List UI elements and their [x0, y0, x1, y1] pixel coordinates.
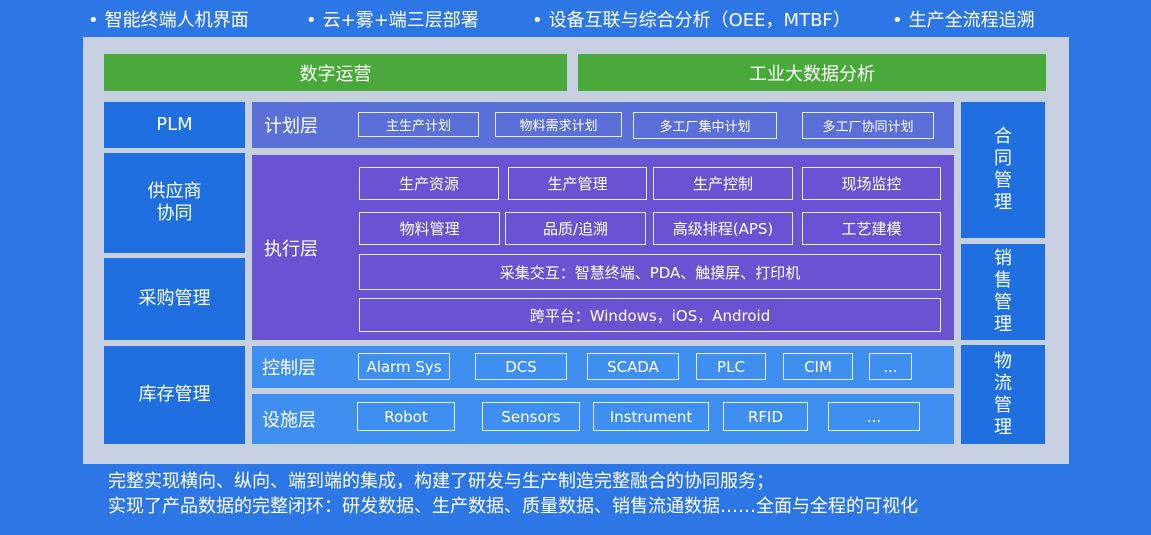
industrial-big-data-label: 工业大数据分析	[749, 63, 875, 85]
exec-module-label: 品质/追溯	[542, 220, 609, 238]
facility-item-label: RFID	[747, 407, 784, 426]
procurement-block: 采购管理	[104, 258, 245, 340]
exec-module: 工艺建模	[802, 212, 941, 245]
exec-module: 生产资源	[359, 167, 499, 200]
facility-item: Sensors	[482, 402, 580, 431]
sales-mgmt-label: 销售管理	[994, 248, 1012, 335]
plan-item-label: 物料需求计划	[519, 119, 598, 134]
facility-item: ...	[828, 402, 920, 431]
cross-platform-label: 跨平台：Windows，iOS，Android	[529, 306, 771, 325]
control-item: ...	[869, 353, 912, 380]
footer-line-2: 实现了产品数据的完整闭环：研发数据、生产数据、质量数据、销售流通数据……全面与全…	[108, 496, 918, 517]
plm-label: PLM	[156, 114, 193, 135]
control-item-label: ...	[883, 357, 898, 376]
facility-item: Instrument	[593, 402, 709, 431]
exec-module-label: 物料管理	[399, 220, 460, 238]
bullet-icon: •	[306, 10, 317, 31]
facility-item-label: Robot	[384, 407, 428, 426]
bullet-icon: •	[88, 10, 99, 31]
plan-layer-title: 计划层	[264, 116, 318, 137]
inventory-label: 库存管理	[138, 384, 211, 405]
control-layer-title: 控制层	[262, 358, 316, 379]
plan-item: 多工厂集中计划	[633, 112, 777, 139]
control-item: Alarm Sys	[358, 353, 450, 380]
industrial-big-data-bar: 工业大数据分析	[578, 54, 1046, 91]
sales-mgmt-block: 销售管理	[961, 244, 1045, 340]
exec-module-label: 生产控制	[692, 175, 753, 193]
feature-item: • 生产全流程追溯	[892, 6, 1035, 32]
exec-module-label: 高级排程(APS)	[672, 220, 774, 238]
exec-module: 物料管理	[359, 212, 500, 245]
feature-item: • 设备互联与综合分析（OEE，MTBF）	[532, 6, 851, 32]
control-item-label: SCADA	[607, 357, 659, 376]
inventory-block: 库存管理	[104, 346, 245, 444]
facility-item-label: Sensors	[501, 407, 561, 426]
plan-item: 物料需求计划	[495, 112, 622, 137]
facility-layer: 设施层 Robot Sensors Instrument RFID ...	[252, 394, 954, 444]
plan-item-label: 多工厂协同计划	[822, 120, 914, 135]
digital-operations-label: 数字运营	[299, 63, 372, 85]
cross-platform-bar: 跨平台：Windows，iOS，Android	[359, 298, 941, 332]
execution-layer-title: 执行层	[264, 238, 318, 260]
feature-label: 生产全流程追溯	[908, 10, 1035, 31]
supplier-collab-label: 供应商 协同	[147, 181, 202, 224]
contract-mgmt-label: 合同管理	[994, 126, 1012, 213]
facility-item: RFID	[723, 402, 808, 431]
control-item-label: Alarm Sys	[366, 357, 442, 376]
control-item-label: CIM	[804, 357, 832, 376]
logistics-mgmt-label: 物流管理	[994, 350, 1012, 438]
exec-module: 品质/追溯	[505, 212, 646, 245]
supplier-collab-block: 供应商 协同	[104, 153, 245, 253]
plan-item-label: 主生产计划	[385, 119, 451, 134]
exec-module: 高级排程(APS)	[653, 212, 793, 245]
feature-label: 设备互联与综合分析（OEE，MTBF）	[548, 10, 851, 31]
feature-label: 智能终端人机界面	[104, 10, 249, 31]
procurement-label: 采购管理	[138, 288, 211, 309]
footer-line-1: 完整实现横向、纵向、端到端的集成，构建了研发与生产制造完整融合的协同服务；	[108, 471, 774, 492]
bullet-icon: •	[892, 10, 903, 31]
execution-layer: 执行层 生产资源 生产管理 生产控制 现场监控 物料管理 品质/追溯 高级排程(…	[252, 155, 954, 340]
feature-list: • 智能终端人机界面 • 云+雾+端三层部署 • 设备互联与综合分析（OEE，MTBF…	[0, 4, 1151, 34]
control-item: DCS	[475, 353, 567, 380]
exec-module: 现场监控	[802, 167, 941, 200]
plan-item-label: 多工厂集中计划	[659, 120, 751, 135]
plan-layer: 计划层 主生产计划 物料需求计划 多工厂集中计划 多工厂协同计划	[252, 102, 954, 148]
plm-block: PLM	[104, 102, 245, 148]
bullet-icon: •	[532, 10, 543, 31]
exec-module-label: 工艺建模	[841, 220, 902, 238]
control-item-label: PLC	[717, 357, 745, 376]
exec-module-label: 生产资源	[398, 175, 459, 193]
feature-item: • 云+雾+端三层部署	[306, 6, 479, 32]
plan-item: 主生产计划	[358, 112, 479, 137]
control-layer: 控制层 Alarm Sys DCS SCADA PLC CIM ...	[252, 346, 954, 388]
control-item: CIM	[783, 353, 853, 380]
exec-module: 生产管理	[508, 167, 647, 200]
control-item: PLC	[696, 353, 766, 380]
facility-item: Robot	[357, 402, 455, 431]
logistics-mgmt-block: 物流管理	[961, 345, 1045, 444]
facility-layer-title: 设施层	[262, 410, 316, 431]
feature-item: • 智能终端人机界面	[88, 6, 249, 32]
plan-item: 多工厂协同计划	[802, 112, 934, 139]
feature-label: 云+雾+端三层部署	[322, 10, 479, 31]
control-item-label: DCS	[505, 357, 537, 376]
facility-item-label: ...	[866, 407, 882, 426]
contract-mgmt-block: 合同管理	[961, 102, 1045, 238]
facility-item-label: Instrument	[609, 407, 693, 426]
data-collection-label: 采集交互：智慧终端、PDA、触摸屏、打印机	[499, 263, 801, 282]
digital-operations-bar: 数字运营	[104, 54, 567, 91]
exec-module-label: 生产管理	[547, 175, 608, 193]
exec-module-label: 现场监控	[841, 175, 902, 193]
data-collection-bar: 采集交互：智慧终端、PDA、触摸屏、打印机	[359, 254, 941, 290]
exec-module: 生产控制	[653, 167, 793, 200]
control-item: SCADA	[587, 353, 679, 380]
